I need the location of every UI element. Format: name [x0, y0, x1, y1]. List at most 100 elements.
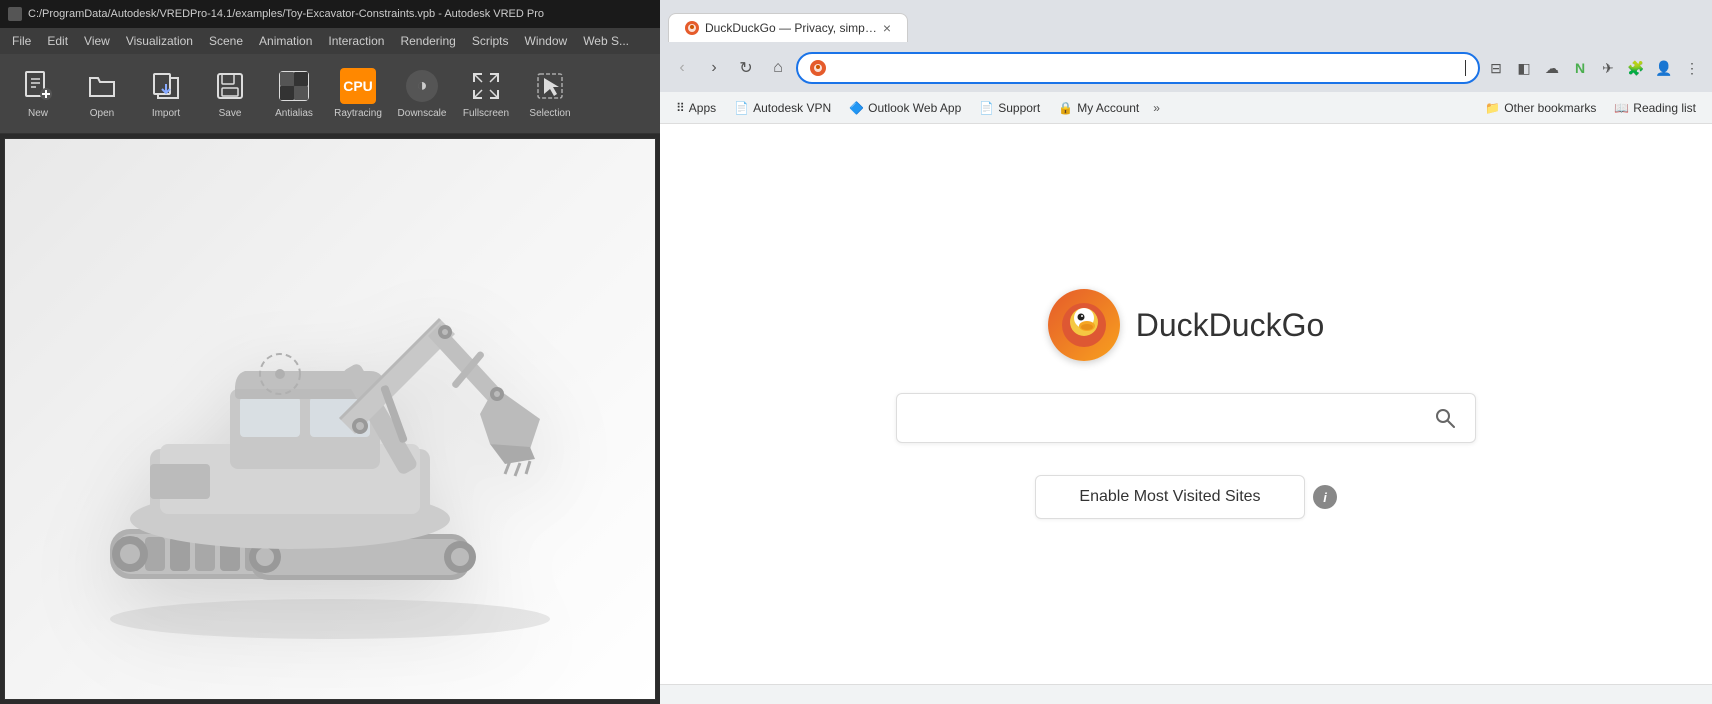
menu-view[interactable]: View — [76, 32, 118, 50]
search-icon[interactable] — [1431, 404, 1459, 432]
new-icon — [20, 68, 56, 104]
profile-icon[interactable]: 👤 — [1652, 56, 1676, 80]
enable-most-visited-button[interactable]: Enable Most Visited Sites — [1035, 475, 1305, 519]
vred-title-text: C:/ProgramData/Autodesk/VREDPro-14.1/exa… — [28, 8, 544, 20]
open-button[interactable]: Open — [72, 59, 132, 129]
menu-scene[interactable]: Scene — [201, 32, 251, 50]
bookmark-outlook-label: Outlook Web App — [868, 101, 961, 115]
bookmarks-bar: ⠿ Apps 📄 Autodesk VPN 🔷 Outlook Web App … — [660, 92, 1712, 124]
menu-web[interactable]: Web S... — [575, 32, 637, 50]
save-icon — [212, 68, 248, 104]
antialias-label: Antialias — [275, 108, 313, 120]
menu-visualization[interactable]: Visualization — [118, 32, 201, 50]
bookmark-my-account[interactable]: 🔒 My Account — [1050, 99, 1147, 117]
vred-viewport[interactable] — [4, 138, 656, 700]
antialias-icon — [276, 68, 312, 104]
apps-grid-icon: ⠿ — [676, 101, 685, 115]
menu-file[interactable]: File — [4, 32, 39, 50]
vred-titlebar: C:/ProgramData/Autodesk/VREDPro-14.1/exa… — [0, 0, 660, 28]
selection-label: Selection — [529, 108, 570, 120]
new-label: New — [28, 108, 48, 120]
selection-icon — [532, 68, 568, 104]
browser-status-bar — [660, 684, 1712, 704]
puzzle-extension-icon[interactable]: 🧩 — [1624, 56, 1648, 80]
menu-edit[interactable]: Edit — [39, 32, 76, 50]
menu-scripts[interactable]: Scripts — [464, 32, 517, 50]
menu-rendering[interactable]: Rendering — [392, 32, 463, 50]
fullscreen-icon — [468, 68, 504, 104]
bookmark-reading-list[interactable]: 📖 Reading list — [1606, 99, 1704, 117]
back-button[interactable]: ‹ — [668, 54, 696, 82]
autodesk-vpn-icon: 📄 — [734, 101, 749, 115]
bookmark-apps-label: Apps — [689, 101, 716, 115]
bookmark-support[interactable]: 📄 Support — [971, 99, 1048, 117]
menu-window[interactable]: Window — [517, 32, 576, 50]
bookmarks-more-button[interactable]: » — [1149, 99, 1164, 117]
bookmark-other-label: Other bookmarks — [1504, 101, 1596, 115]
antialias-button[interactable]: Antialias — [264, 59, 324, 129]
bookmark-apps[interactable]: ⠿ Apps — [668, 99, 724, 117]
more-options-icon[interactable]: ⋮ — [1680, 56, 1704, 80]
import-button[interactable]: Import — [136, 59, 196, 129]
vred-application: C:/ProgramData/Autodesk/VREDPro-14.1/exa… — [0, 0, 660, 704]
save-button[interactable]: Save — [200, 59, 260, 129]
cloud-extension-icon[interactable]: ☁ — [1540, 56, 1564, 80]
vred-toolbar: New Open Import — [0, 54, 660, 134]
raytracing-button[interactable]: CPU Raytracing — [328, 59, 388, 129]
address-favicon — [810, 60, 826, 76]
reload-button[interactable]: ↻ — [732, 54, 760, 82]
text-cursor — [1465, 60, 1466, 76]
ddg-logo-area: DuckDuckGo — [1048, 289, 1325, 361]
info-icon[interactable]: i — [1313, 485, 1337, 509]
menu-animation[interactable]: Animation — [251, 32, 320, 50]
bookmark-autodesk-vpn-label: Autodesk VPN — [753, 101, 831, 115]
bookmark-my-account-label: My Account — [1077, 101, 1139, 115]
vred-menubar: File Edit View Visualization Scene Anima… — [0, 28, 660, 54]
reading-list-icon: 📖 — [1614, 101, 1629, 115]
extension-icon-1[interactable]: ◧ — [1512, 56, 1536, 80]
raytracing-icon: CPU — [340, 68, 376, 104]
n-extension-icon[interactable]: N — [1568, 56, 1592, 80]
tab-bar: DuckDuckGo — Privacy, simplified. × — [668, 8, 1704, 42]
downscale-icon: ◑ — [404, 68, 440, 104]
fullscreen-button[interactable]: Fullscreen — [456, 59, 516, 129]
new-button[interactable]: New — [8, 59, 68, 129]
import-label: Import — [152, 108, 180, 120]
ddg-search-input[interactable] — [913, 409, 1431, 427]
bookmark-autodesk-vpn[interactable]: 📄 Autodesk VPN — [726, 99, 839, 117]
save-label: Save — [219, 108, 242, 120]
home-button[interactable]: ⌂ — [764, 54, 792, 82]
my-account-icon: 🔒 — [1058, 101, 1073, 115]
bookmark-other[interactable]: 📁 Other bookmarks — [1477, 99, 1604, 117]
import-icon — [148, 68, 184, 104]
open-icon — [84, 68, 120, 104]
browser-panel: DuckDuckGo — Privacy, simplified. × ‹ › … — [660, 0, 1712, 704]
fullscreen-label: Fullscreen — [463, 108, 509, 120]
tab-title: DuckDuckGo — Privacy, simplified. — [705, 21, 877, 35]
bookmark-outlook[interactable]: 🔷 Outlook Web App — [841, 99, 969, 117]
raytracing-label: Raytracing — [334, 108, 382, 120]
downscale-button[interactable]: ◑ Downscale — [392, 59, 452, 129]
ddg-logo-text: DuckDuckGo — [1136, 307, 1325, 344]
address-input[interactable] — [832, 60, 1459, 76]
ddg-logo-icon — [1048, 289, 1120, 361]
ddg-search-box[interactable] — [896, 393, 1476, 443]
excavator-scene — [5, 139, 655, 699]
selection-button[interactable]: Selection — [520, 59, 580, 129]
address-bar[interactable] — [796, 52, 1480, 84]
browser-chrome: DuckDuckGo — Privacy, simplified. × ‹ › … — [660, 0, 1712, 92]
cast-extension-icon[interactable]: ⊟ — [1484, 56, 1508, 80]
downscale-label: Downscale — [398, 108, 447, 120]
support-icon: 📄 — [979, 101, 994, 115]
enable-sites-row: Enable Most Visited Sites i — [1035, 475, 1337, 519]
vred-app-icon — [8, 7, 22, 21]
other-bookmarks-icon: 📁 — [1485, 101, 1500, 115]
browser-tab-active[interactable]: DuckDuckGo — Privacy, simplified. × — [668, 13, 908, 42]
tab-favicon — [685, 21, 699, 35]
tab-close-button[interactable]: × — [883, 20, 891, 36]
bookmark-support-label: Support — [998, 101, 1040, 115]
outlook-icon: 🔷 — [849, 101, 864, 115]
menu-interaction[interactable]: Interaction — [320, 32, 392, 50]
forward-button[interactable]: › — [700, 54, 728, 82]
travel-extension-icon[interactable]: ✈ — [1596, 56, 1620, 80]
